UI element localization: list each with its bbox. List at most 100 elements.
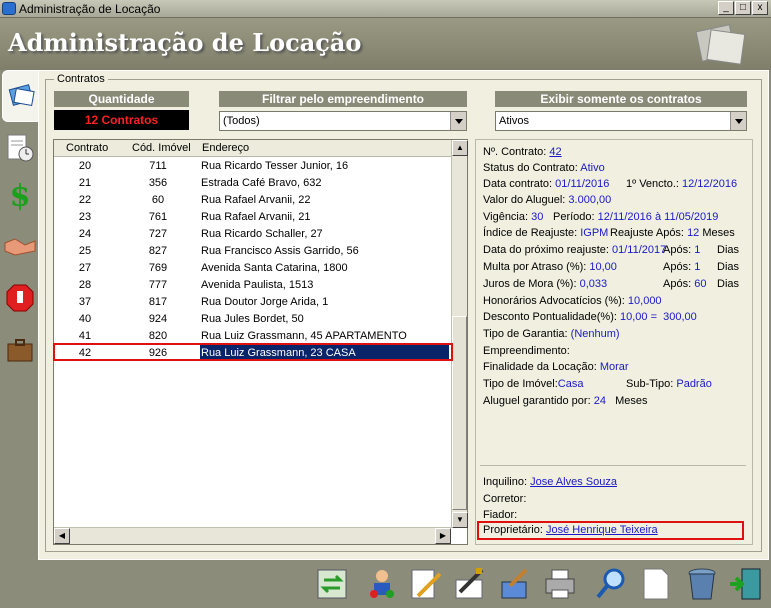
minimize-button[interactable]: _: [718, 1, 734, 15]
period-start: 12/11/2016: [597, 211, 652, 223]
horizontal-scrollbar[interactable]: ◀ ▶: [54, 527, 451, 544]
nav-briefcase-icon[interactable]: [3, 330, 37, 370]
sign-icon[interactable]: [452, 566, 488, 602]
cell-endereco: Rua Luiz Grassmann, 45 APARTAMENTO: [201, 330, 407, 342]
filter-select[interactable]: (Todos): [219, 111, 467, 131]
cell-endereco: Avenida Santa Catarina, 1800: [201, 262, 348, 274]
guaranteed-value: 24: [593, 395, 606, 407]
scroll-left-icon[interactable]: ◀: [54, 528, 70, 544]
chevron-down-icon[interactable]: [730, 112, 746, 130]
selected-row-highlight: [53, 343, 453, 361]
quantity-label: Quantidade: [54, 91, 189, 107]
exit-icon[interactable]: [728, 566, 764, 602]
table-row[interactable]: 24 727 Rua Ricardo Schaller, 27: [54, 226, 451, 243]
edit-icon[interactable]: [408, 566, 444, 602]
table-row[interactable]: 21 356 Estrada Café Bravo, 632: [54, 175, 451, 192]
quantity-value: 12 Contratos: [54, 110, 189, 130]
nav-schedule-icon[interactable]: [3, 128, 37, 168]
discount-value: 300,00: [663, 311, 697, 323]
status-label: Status do Contrato:: [483, 162, 578, 174]
cell-cod-imovel: 761: [148, 211, 168, 223]
column-header-cod-imovel[interactable]: Cód. Imóvel: [132, 142, 191, 154]
guarantee-value: (Nenhum): [570, 328, 620, 340]
fine-label: Multa por Atraso (%):: [483, 261, 587, 273]
table-row[interactable]: 22 60 Rua Rafael Arvanii, 22: [54, 192, 451, 209]
print-icon[interactable]: [542, 566, 578, 602]
trash-icon[interactable]: [684, 566, 720, 602]
show-value: Ativos: [499, 115, 529, 127]
subtype-value: Padrão: [676, 378, 712, 390]
app-icon: [2, 2, 16, 15]
cell-contrato: 25: [78, 245, 92, 257]
validity-value: 30: [531, 211, 544, 223]
left-nav: $: [0, 70, 40, 560]
table-row[interactable]: 37 817 Rua Doutor Jorge Arida, 1: [54, 294, 451, 311]
scroll-up-icon[interactable]: ▲: [452, 140, 468, 156]
first-due-value: 12/12/2016: [682, 178, 738, 190]
scroll-thumb[interactable]: [452, 316, 467, 510]
contract-date-label: Data contrato:: [483, 178, 553, 190]
app-header: Administração de Locação: [0, 18, 771, 70]
table-row[interactable]: 27 769 Avenida Santa Catarina, 1800: [54, 260, 451, 277]
fees-label: Honorários Advocatícios (%):: [483, 295, 625, 307]
months-label: Meses: [615, 395, 648, 407]
contracts-grid[interactable]: Contrato Cód. Imóvel Endereço 20 711 Rua R…: [53, 139, 468, 545]
show-select[interactable]: Ativos: [495, 111, 747, 131]
contract-number-label: Nº. Contrato:: [483, 146, 547, 158]
cell-contrato: 37: [78, 296, 92, 308]
cell-endereco: Avenida Paulista, 1513: [201, 279, 314, 291]
cell-endereco: Rua Jules Bordet, 50: [201, 313, 304, 325]
contract-number-link[interactable]: 42: [549, 146, 561, 158]
title-bar: Administração de Locação _ □ x: [0, 0, 771, 18]
cell-cod-imovel: 777: [148, 279, 168, 291]
table-row[interactable]: 20 711 Rua Ricardo Tesser Junior, 16: [54, 158, 451, 175]
cell-cod-imovel: 356: [148, 177, 168, 189]
close-button[interactable]: x: [752, 1, 768, 15]
search-icon[interactable]: [594, 566, 630, 602]
scroll-right-icon[interactable]: ▶: [435, 528, 451, 544]
cell-endereco: Rua Ricardo Schaller, 27: [201, 228, 323, 240]
users-icon[interactable]: [364, 566, 400, 602]
chevron-down-icon[interactable]: [450, 112, 466, 130]
column-header-contrato[interactable]: Contrato: [66, 142, 108, 154]
guarantor-label: Fiador:: [483, 509, 518, 521]
nav-stop-icon[interactable]: [3, 278, 37, 318]
cell-contrato: 23: [78, 211, 92, 223]
status-value: Ativo: [580, 162, 605, 174]
cell-contrato: 28: [78, 279, 92, 291]
scroll-down-icon[interactable]: ▼: [452, 512, 468, 528]
table-row[interactable]: 23 761 Rua Rafael Arvanii, 21: [54, 209, 451, 226]
discount-pct: 10,00 =: [619, 311, 657, 323]
window-title: Administração de Locação: [19, 2, 161, 16]
table-row[interactable]: 40 924 Rua Jules Bordet, 50: [54, 311, 451, 328]
vertical-scrollbar[interactable]: ▲ ▼: [451, 140, 468, 528]
nav-money-icon[interactable]: $: [3, 176, 37, 216]
tenant-link[interactable]: Jose Alves Souza: [530, 476, 617, 488]
subtype-label: Sub-Tipo:: [626, 378, 674, 390]
index-label: Índice de Reajuste:: [483, 227, 578, 239]
bottom-toolbar: [0, 560, 771, 608]
cell-endereco: Rua Francisco Assis Garrido, 56: [201, 245, 359, 257]
refresh-icon[interactable]: [314, 566, 350, 602]
clean-icon[interactable]: [496, 566, 532, 602]
contract-date-value: 01/11/2016: [555, 178, 610, 190]
discount-label: Desconto Pontualidade(%):: [483, 311, 617, 323]
cell-contrato: 40: [78, 313, 92, 325]
rent-label: Valor do Aluguel:: [483, 194, 566, 206]
new-document-icon[interactable]: [638, 566, 674, 602]
table-row[interactable]: 28 777 Avenida Paulista, 1513: [54, 277, 451, 294]
column-header-endereco[interactable]: Endereço: [202, 142, 249, 154]
interest-after: 60: [694, 278, 707, 290]
nav-contracts-icon[interactable]: [2, 70, 40, 122]
interest-value: 0,033: [579, 278, 608, 290]
cell-cod-imovel: 711: [149, 160, 167, 172]
group-label: Contratos: [54, 73, 108, 85]
nav-handshake-icon[interactable]: [3, 226, 37, 266]
next-readjust-after: 1: [694, 244, 701, 256]
days-label: Dias: [717, 278, 740, 290]
cell-contrato: 41: [78, 330, 92, 342]
table-row[interactable]: 25 827 Rua Francisco Assis Garrido, 56: [54, 243, 451, 260]
cell-cod-imovel: 827: [148, 245, 168, 257]
maximize-button[interactable]: □: [735, 1, 751, 15]
cell-endereco: Rua Doutor Jorge Arida, 1: [201, 296, 329, 308]
